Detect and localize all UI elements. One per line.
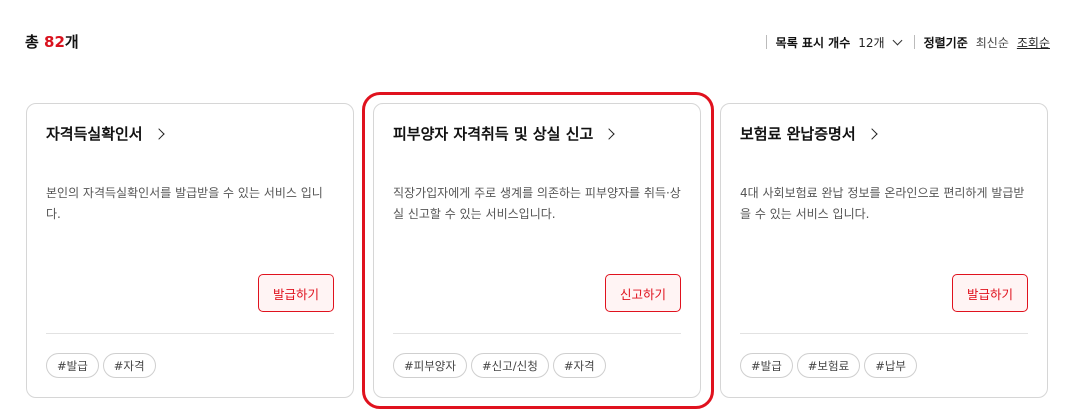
- card-title: 피부양자 자격취득 및 상실 신고: [393, 125, 594, 143]
- service-list-page: 총 82개 목록 표시 개수 12개 정렬기준 최신순 조회순 자격득실확인서 …: [0, 0, 1066, 413]
- tag[interactable]: #자격: [552, 353, 606, 378]
- service-card: 자격득실확인서 본인의 자격득실확인서를 발급받을 수 있는 서비스 입니다. …: [26, 103, 354, 398]
- list-count-value: 12개: [858, 35, 885, 50]
- issue-button[interactable]: 발급하기: [258, 274, 334, 312]
- card-description: 본인의 자격득실확인서를 발급받을 수 있는 서비스 입니다.: [46, 186, 323, 221]
- chevron-down-icon: [892, 35, 903, 46]
- chevron-right-icon: [603, 127, 615, 140]
- card-title-link[interactable]: 피부양자 자격취득 및 상실 신고: [393, 123, 615, 144]
- card-divider: [46, 333, 334, 334]
- service-card: 보험료 완납증명서 4대 사회보험료 완납 정보를 온라인으로 편리하게 발급받…: [720, 103, 1048, 398]
- sort-label: 정렬기준: [923, 35, 968, 50]
- tag[interactable]: #발급: [46, 353, 99, 378]
- list-count-select[interactable]: 12개: [858, 34, 904, 51]
- chevron-right-icon: [865, 127, 878, 140]
- report-button[interactable]: 신고하기: [605, 274, 681, 312]
- sort-option-latest[interactable]: 최신순: [976, 34, 1009, 51]
- chevron-right-icon: [152, 127, 165, 140]
- controls-divider-middle: [913, 35, 915, 49]
- tag-list: #발급 #보험료 #납부: [740, 353, 917, 378]
- sort-option-views[interactable]: 조회순: [1017, 34, 1050, 51]
- card-title-link[interactable]: 보험료 완납증명서: [740, 123, 878, 144]
- card-title: 보험료 완납증명서: [740, 125, 856, 143]
- card-title: 자격득실확인서: [46, 125, 143, 143]
- tag[interactable]: #자격: [102, 353, 156, 378]
- tag[interactable]: #발급: [740, 353, 793, 378]
- total-count: 총 82개: [25, 31, 79, 52]
- tag[interactable]: #납부: [864, 353, 917, 378]
- card-title-link[interactable]: 자격득실확인서: [46, 123, 165, 144]
- service-card: 피부양자 자격취득 및 상실 신고 직장가입자에게 주로 생계를 의존하는 피부…: [373, 103, 701, 398]
- total-prefix: 총: [25, 33, 45, 51]
- tag[interactable]: #신고/신청: [470, 353, 549, 378]
- list-count-label: 목록 표시 개수: [775, 35, 851, 50]
- tag-list: #발급 #자격: [46, 353, 156, 378]
- total-count-number: 82: [44, 33, 65, 51]
- card-divider: [740, 333, 1028, 334]
- controls-divider-left: [765, 35, 767, 49]
- list-controls: 목록 표시 개수 12개 정렬기준 최신순 조회순: [757, 32, 1050, 52]
- total-suffix: 개: [64, 33, 79, 51]
- card-description: 4대 사회보험료 완납 정보를 온라인으로 편리하게 발급받을 수 있는 서비스…: [740, 186, 1025, 221]
- issue-button[interactable]: 발급하기: [952, 274, 1028, 312]
- card-divider: [393, 333, 681, 334]
- tag-list: #피부양자 #신고/신청 #자격: [393, 353, 606, 378]
- card-description: 직장가입자에게 주로 생계를 의존하는 피부양자를 취득·상실 신고할 수 있는…: [393, 186, 681, 221]
- tag[interactable]: #보험료: [796, 353, 861, 378]
- tag[interactable]: #피부양자: [393, 353, 467, 378]
